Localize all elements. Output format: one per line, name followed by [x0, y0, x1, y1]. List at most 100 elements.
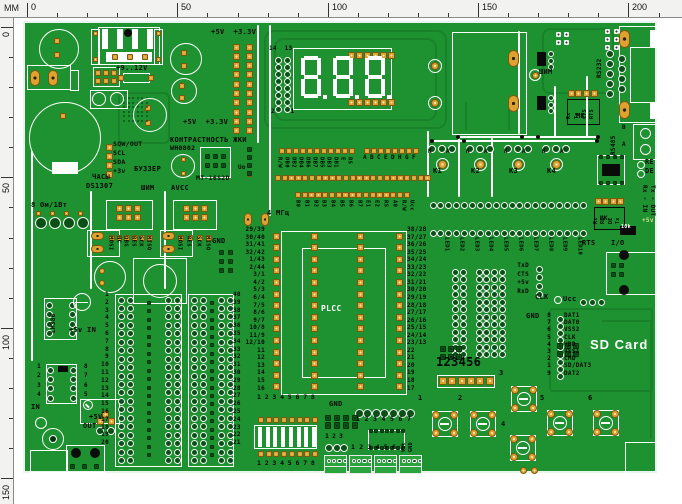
pad	[273, 349, 280, 356]
pin-label: 1/43	[235, 257, 265, 263]
silk-label: G	[405, 155, 409, 161]
pad	[311, 314, 318, 321]
pad	[314, 148, 321, 155]
ruler-tick	[9, 117, 13, 118]
pad	[396, 349, 403, 356]
key-pad	[514, 145, 522, 153]
pad	[118, 381, 125, 388]
pin-label: 32	[233, 354, 241, 360]
pad	[174, 322, 181, 329]
terminal-hole	[362, 459, 366, 463]
silk-label: RS232	[597, 58, 603, 78]
pad	[357, 256, 364, 263]
pad	[476, 336, 483, 343]
pad	[390, 175, 397, 182]
pad	[460, 299, 467, 306]
pad	[273, 291, 280, 298]
pad	[619, 101, 630, 119]
pad	[476, 291, 483, 298]
pin-label: 40	[233, 292, 241, 298]
ruler-tick	[478, 3, 479, 17]
silk-label: LED9	[561, 237, 567, 251]
pad	[460, 291, 467, 298]
ruler-tick	[298, 13, 299, 17]
pin-label: 19	[96, 432, 109, 438]
pad	[228, 268, 233, 273]
pad	[275, 99, 282, 106]
pad	[227, 449, 234, 456]
pcb-canvas[interactable]: +5V +3.3V+9..12VКОНТРАСТНОСТЬ ЖКИWH0802M…	[0, 0, 682, 504]
pin-label: 23	[233, 425, 241, 431]
switch-actuator	[440, 423, 449, 425]
ruler-unit-label: MM	[0, 0, 28, 18]
pad	[529, 386, 537, 394]
pad	[205, 163, 210, 168]
pad	[112, 54, 118, 60]
silk-label: RTS	[590, 109, 595, 119]
silk-label: 8	[311, 394, 315, 401]
ruler-tick	[598, 13, 599, 17]
pad	[147, 428, 151, 432]
silk-label: LED10	[576, 237, 582, 255]
pin-label: 18	[96, 425, 109, 431]
pad	[210, 360, 214, 364]
pad	[311, 360, 318, 367]
pad	[165, 297, 172, 304]
pad	[483, 269, 490, 276]
pad	[396, 244, 403, 251]
pad	[174, 297, 181, 304]
pad	[147, 402, 151, 406]
pad	[606, 70, 614, 78]
pad	[547, 428, 555, 436]
pad	[557, 373, 564, 380]
pin-label: 25/15	[407, 325, 427, 331]
component-body	[312, 427, 316, 447]
pin-label: 37	[233, 315, 241, 321]
pad	[118, 457, 125, 464]
terminal-hole	[337, 459, 341, 463]
ruler-label: 50	[2, 183, 11, 193]
pad	[275, 85, 282, 92]
pad	[606, 155, 610, 159]
pad	[456, 346, 462, 352]
pad	[610, 198, 617, 205]
pad	[311, 279, 318, 286]
pin-label: 30/20	[407, 287, 427, 293]
seven-seg-segment	[317, 58, 321, 75]
silk-label: K	[504, 149, 508, 155]
pad	[556, 230, 563, 237]
pad	[483, 299, 490, 306]
pad	[397, 175, 404, 182]
silk-label: 5	[288, 460, 292, 467]
silk-label: 1	[418, 395, 423, 402]
pad	[424, 175, 431, 182]
pad	[483, 276, 490, 283]
pad	[461, 230, 468, 237]
pad	[532, 202, 539, 209]
pad	[210, 309, 214, 313]
pad	[491, 306, 498, 313]
silk-label: A	[484, 149, 488, 155]
pad	[78, 211, 83, 216]
ruler-tick	[1, 177, 13, 178]
pad	[388, 99, 395, 106]
pad	[200, 406, 207, 413]
pin-label: 29	[233, 378, 241, 384]
pad	[200, 449, 207, 456]
pad	[357, 337, 364, 344]
pad	[315, 192, 322, 199]
silk-label: 2	[365, 416, 369, 423]
pad	[453, 230, 460, 237]
pad	[281, 417, 287, 423]
pad	[94, 464, 99, 469]
pad	[511, 404, 519, 412]
silk-label: Tx	[616, 217, 621, 224]
silk-label: +5v	[642, 218, 654, 224]
pin-label: 27/17	[407, 310, 427, 316]
pad	[93, 57, 98, 62]
pad	[618, 55, 626, 63]
pad	[328, 148, 335, 155]
pad	[452, 336, 459, 343]
pin-label: 11	[96, 370, 109, 376]
silk-label: LED6	[517, 237, 523, 251]
